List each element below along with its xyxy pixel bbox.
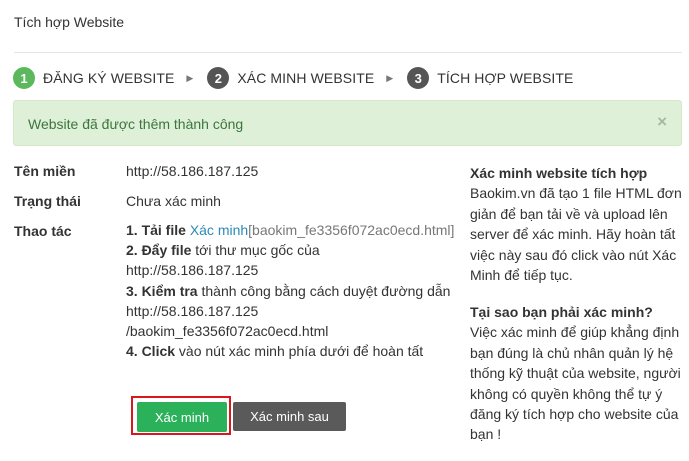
step2-text: tới thư mục gốc của — [195, 242, 320, 259]
success-alert: Website đã được thêm thành công × — [13, 100, 682, 146]
domain-label: Tên miền — [14, 163, 76, 179]
step-integrate-website: 3 TÍCH HỢP WEBSITE — [407, 67, 573, 89]
sidebar-verify-info: Xác minh website tích hợp Baokim.vn đã t… — [470, 163, 682, 285]
close-icon[interactable]: × — [657, 112, 667, 132]
step3-url-path: /baokim_fe3356f072ac0ecd.html — [126, 323, 329, 340]
sidebar-text-verify: Baokim.vn đã tạo 1 file HTML đơn giản để… — [470, 185, 682, 284]
highlight-box — [131, 396, 231, 435]
verify-later-button[interactable]: Xác minh sau — [233, 402, 346, 431]
step3-url-host: http://58.186.187.125 — [126, 302, 259, 319]
step2-url: http://58.186.187.125 — [126, 262, 259, 279]
instructions: 1. Tải file Xác minh[baokim_fe3356f072ac… — [126, 220, 456, 396]
sidebar-why-verify: Tại sao bạn phải xác minh? Việc xác minh… — [470, 302, 682, 445]
step3-text: thành công bằng cách duyệt đường dẫn — [201, 282, 451, 299]
step4-text: vào nút xác minh phía dưới để hoàn tất — [178, 343, 424, 360]
sidebar-text-why: Việc xác minh để giúp khẳng định bạn đún… — [470, 324, 681, 443]
step-number-1: 1 — [13, 67, 35, 89]
instruction-step-3: 3. Kiểm tra thành công bằng cách duyệt đ… — [126, 281, 456, 342]
step4-title: 4. Click — [126, 343, 176, 360]
divider — [14, 52, 682, 53]
action-label: Thao tác — [14, 223, 72, 239]
step-arrow-icon: ▶ — [186, 72, 194, 83]
instruction-step-1: 1. Tải file Xác minh[baokim_fe3356f072ac… — [126, 220, 456, 240]
wizard-steps: 1 ĐĂNG KÝ WEBSITE ▶ 2 XÁC MINH WEBSITE ▶… — [13, 66, 573, 90]
download-verify-link[interactable]: Xác minh — [190, 222, 248, 238]
verify-file-name: [baokim_fe3356f072ac0ecd.html] — [248, 222, 455, 238]
step-label-1: ĐĂNG KÝ WEBSITE — [43, 70, 175, 86]
instruction-step-2: 2. Đẩy file tới thư mục gốc của http://5… — [126, 240, 456, 280]
step-number-3: 3 — [407, 67, 430, 89]
status-label: Trạng thái — [14, 193, 81, 209]
domain-value: http://58.186.187.125 — [126, 163, 259, 179]
step-number-2: 2 — [207, 67, 230, 89]
step-register-website: 1 ĐĂNG KÝ WEBSITE — [13, 67, 174, 89]
step-label-3: TÍCH HỢP WEBSITE — [437, 70, 574, 86]
step3-title: 3. Kiểm tra — [126, 282, 198, 299]
step1-title: 1. Tải file — [126, 222, 186, 238]
sidebar-heading-verify: Xác minh website tích hợp — [470, 165, 648, 181]
alert-message: Website đã được thêm thành công — [28, 116, 244, 132]
step2-title: 2. Đẩy file — [126, 242, 192, 259]
status-value: Chưa xác minh — [126, 193, 221, 209]
step-label-2: XÁC MINH WEBSITE — [237, 70, 375, 86]
instruction-step-4: 4. Click vào nút xác minh phía dưới để h… — [126, 341, 456, 361]
step-verify-website: 2 XÁC MINH WEBSITE — [207, 67, 374, 89]
page-title: Tích hợp Website — [14, 14, 125, 30]
step-arrow-icon: ▶ — [386, 72, 394, 83]
sidebar-heading-why: Tại sao bạn phải xác minh? — [470, 304, 653, 320]
